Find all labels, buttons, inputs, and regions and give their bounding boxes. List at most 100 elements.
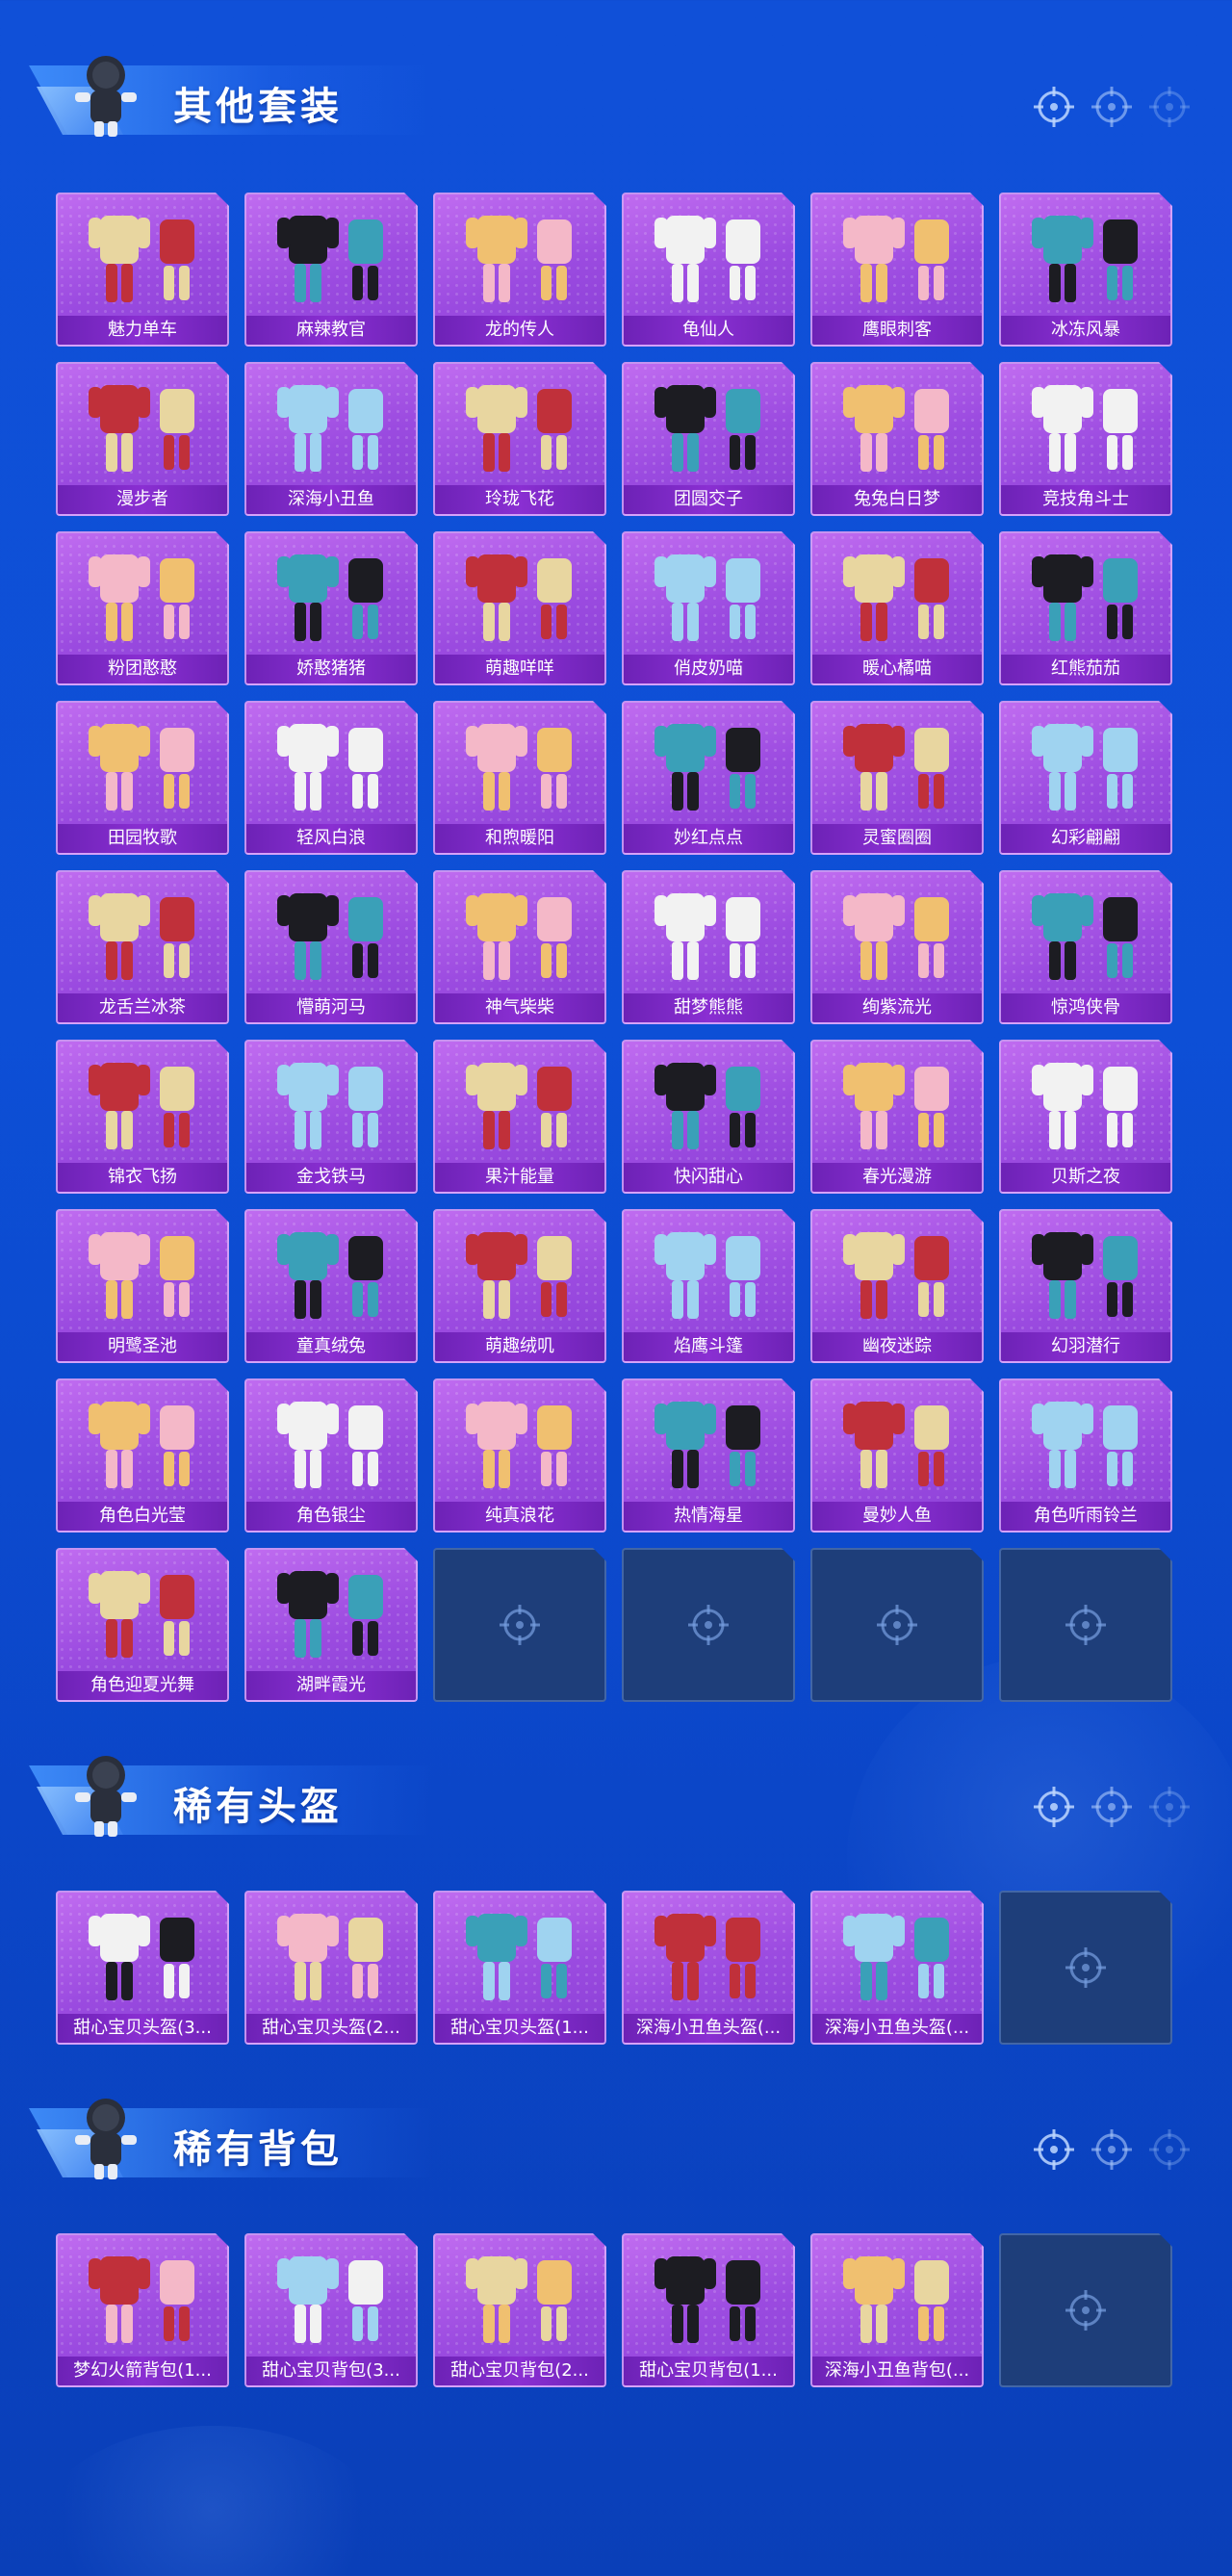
item-label: 梦幻火箭背包(1... bbox=[58, 2357, 227, 2385]
item-image bbox=[1011, 539, 1165, 655]
item-card[interactable]: 竞技角斗士 bbox=[999, 362, 1172, 516]
item-card[interactable]: 田园牧歌 bbox=[56, 701, 229, 855]
section-other-outfits: 其他套装 魅力单车 麻辣教官 龙的传人 龟仙人 鹰眼刺客 冰冻风暴 漫步者 深海小丑鱼 玲珑飞花… bbox=[0, 39, 1232, 154]
item-image bbox=[445, 708, 599, 824]
item-card[interactable]: 鹰眼刺客 bbox=[810, 193, 984, 347]
item-card[interactable]: 果汁能量 bbox=[433, 1040, 606, 1194]
item-image bbox=[67, 1047, 221, 1163]
crosshair-icon bbox=[1034, 2129, 1074, 2170]
item-card[interactable]: 金戈铁马 bbox=[244, 1040, 418, 1194]
item-card[interactable]: 纯真浪花 bbox=[433, 1378, 606, 1533]
item-card[interactable]: 深海小丑鱼头盔(... bbox=[810, 1891, 984, 2045]
item-label: 团圆交子 bbox=[624, 485, 793, 514]
item-card[interactable]: 惊鸿侠骨 bbox=[999, 870, 1172, 1024]
item-card[interactable]: 甜梦熊熊 bbox=[622, 870, 795, 1024]
crosshair-icon bbox=[1149, 1787, 1190, 1827]
item-image bbox=[633, 200, 787, 316]
item-card[interactable]: 龟仙人 bbox=[622, 193, 795, 347]
item-card[interactable]: 角色白光莹 bbox=[56, 1378, 229, 1533]
item-image bbox=[822, 878, 976, 993]
item-card[interactable]: 角色迎夏光舞 bbox=[56, 1548, 229, 1702]
item-card[interactable]: 幻彩翩翩 bbox=[999, 701, 1172, 855]
item-card[interactable]: 角色听雨铃兰 bbox=[999, 1378, 1172, 1533]
item-card[interactable]: 龙舌兰冰茶 bbox=[56, 870, 229, 1024]
item-card[interactable]: 深海小丑鱼背包(... bbox=[810, 2233, 984, 2387]
item-card[interactable]: 湖畔霞光 bbox=[244, 1548, 418, 1702]
item-image bbox=[633, 1898, 787, 2014]
item-card[interactable]: 玲珑飞花 bbox=[433, 362, 606, 516]
item-label: 灵蜜圈圈 bbox=[812, 824, 982, 853]
item-card[interactable]: 焰鹰斗篷 bbox=[622, 1209, 795, 1363]
item-card[interactable]: 甜心宝贝头盔(1... bbox=[433, 1891, 606, 2045]
item-card[interactable]: 妙红点点 bbox=[622, 701, 795, 855]
item-image bbox=[1011, 878, 1165, 993]
item-card[interactable]: 快闪甜心 bbox=[622, 1040, 795, 1194]
item-card[interactable]: 萌趣绒叽 bbox=[433, 1209, 606, 1363]
item-card[interactable]: 团圆交子 bbox=[622, 362, 795, 516]
item-image bbox=[822, 370, 976, 485]
section-header: 其他套装 bbox=[0, 39, 1232, 154]
item-card[interactable]: 红熊茄茄 bbox=[999, 531, 1172, 685]
item-card[interactable]: 深海小丑鱼 bbox=[244, 362, 418, 516]
item-image bbox=[256, 878, 410, 993]
item-card[interactable]: 贝斯之夜 bbox=[999, 1040, 1172, 1194]
item-label: 鹰眼刺客 bbox=[812, 316, 982, 345]
item-card[interactable]: 俏皮奶喵 bbox=[622, 531, 795, 685]
item-card[interactable]: 甜心宝贝背包(3... bbox=[244, 2233, 418, 2387]
mascot-icon bbox=[75, 1756, 137, 1837]
item-card[interactable]: 幻羽潜行 bbox=[999, 1209, 1172, 1363]
item-image bbox=[445, 878, 599, 993]
item-card[interactable]: 幽夜迷踪 bbox=[810, 1209, 984, 1363]
item-label: 萌趣咩咩 bbox=[435, 655, 604, 683]
item-card[interactable]: 粉团憨憨 bbox=[56, 531, 229, 685]
background-parachute-decoration bbox=[38, 2426, 385, 2576]
item-image bbox=[822, 1386, 976, 1502]
item-card[interactable]: 锦衣飞扬 bbox=[56, 1040, 229, 1194]
item-card[interactable]: 神气柴柴 bbox=[433, 870, 606, 1024]
item-card[interactable]: 暖心橘喵 bbox=[810, 531, 984, 685]
item-card[interactable]: 甜心宝贝头盔(3... bbox=[56, 1891, 229, 2045]
item-card[interactable]: 懵萌河马 bbox=[244, 870, 418, 1024]
item-card[interactable]: 甜心宝贝背包(1... bbox=[622, 2233, 795, 2387]
item-card[interactable]: 麻辣教官 bbox=[244, 193, 418, 347]
item-card[interactable]: 萌趣咩咩 bbox=[433, 531, 606, 685]
item-card[interactable]: 童真绒兔 bbox=[244, 1209, 418, 1363]
item-label: 春光漫游 bbox=[812, 1163, 982, 1192]
item-card[interactable]: 深海小丑鱼头盔(... bbox=[622, 1891, 795, 2045]
item-image bbox=[256, 1386, 410, 1502]
crosshair-icon bbox=[1064, 1603, 1108, 1647]
item-card[interactable]: 兔兔白日梦 bbox=[810, 362, 984, 516]
item-image bbox=[1011, 1217, 1165, 1332]
item-card[interactable]: 灵蜜圈圈 bbox=[810, 701, 984, 855]
item-card[interactable]: 娇憨猪猪 bbox=[244, 531, 418, 685]
item-grid: 甜心宝贝头盔(3... 甜心宝贝头盔(2... 甜心宝贝头盔(1... 深海小丑鱼头盔… bbox=[56, 1891, 1172, 2045]
item-card[interactable]: 甜心宝贝背包(2... bbox=[433, 2233, 606, 2387]
item-label: 龙的传人 bbox=[435, 316, 604, 345]
item-card[interactable]: 漫步者 bbox=[56, 362, 229, 516]
item-card[interactable]: 梦幻火箭背包(1... bbox=[56, 2233, 229, 2387]
item-card[interactable]: 明鹭圣池 bbox=[56, 1209, 229, 1363]
item-image bbox=[1011, 1047, 1165, 1163]
item-image bbox=[445, 370, 599, 485]
item-card[interactable]: 角色银尘 bbox=[244, 1378, 418, 1533]
item-image bbox=[445, 1047, 599, 1163]
item-label: 角色听雨铃兰 bbox=[1001, 1502, 1170, 1531]
item-card[interactable]: 冰冻风暴 bbox=[999, 193, 1172, 347]
item-card[interactable]: 和煦暖阳 bbox=[433, 701, 606, 855]
item-card[interactable]: 热情海星 bbox=[622, 1378, 795, 1533]
item-card[interactable]: 魅力单车 bbox=[56, 193, 229, 347]
item-label: 明鹭圣池 bbox=[58, 1332, 227, 1361]
item-card[interactable]: 绚紫流光 bbox=[810, 870, 984, 1024]
item-card[interactable]: 甜心宝贝头盔(2... bbox=[244, 1891, 418, 2045]
item-image bbox=[67, 2241, 221, 2357]
item-card[interactable]: 曼妙人鱼 bbox=[810, 1378, 984, 1533]
item-card[interactable]: 轻风白浪 bbox=[244, 701, 418, 855]
crosshair-icon bbox=[1091, 2129, 1132, 2170]
item-image bbox=[633, 2241, 787, 2357]
item-label: 甜心宝贝头盔(2... bbox=[246, 2014, 416, 2043]
item-card[interactable]: 龙的传人 bbox=[433, 193, 606, 347]
section-crosshair-icons bbox=[1032, 85, 1192, 129]
empty-slot bbox=[999, 1548, 1172, 1702]
item-label: 焰鹰斗篷 bbox=[624, 1332, 793, 1361]
item-card[interactable]: 春光漫游 bbox=[810, 1040, 984, 1194]
